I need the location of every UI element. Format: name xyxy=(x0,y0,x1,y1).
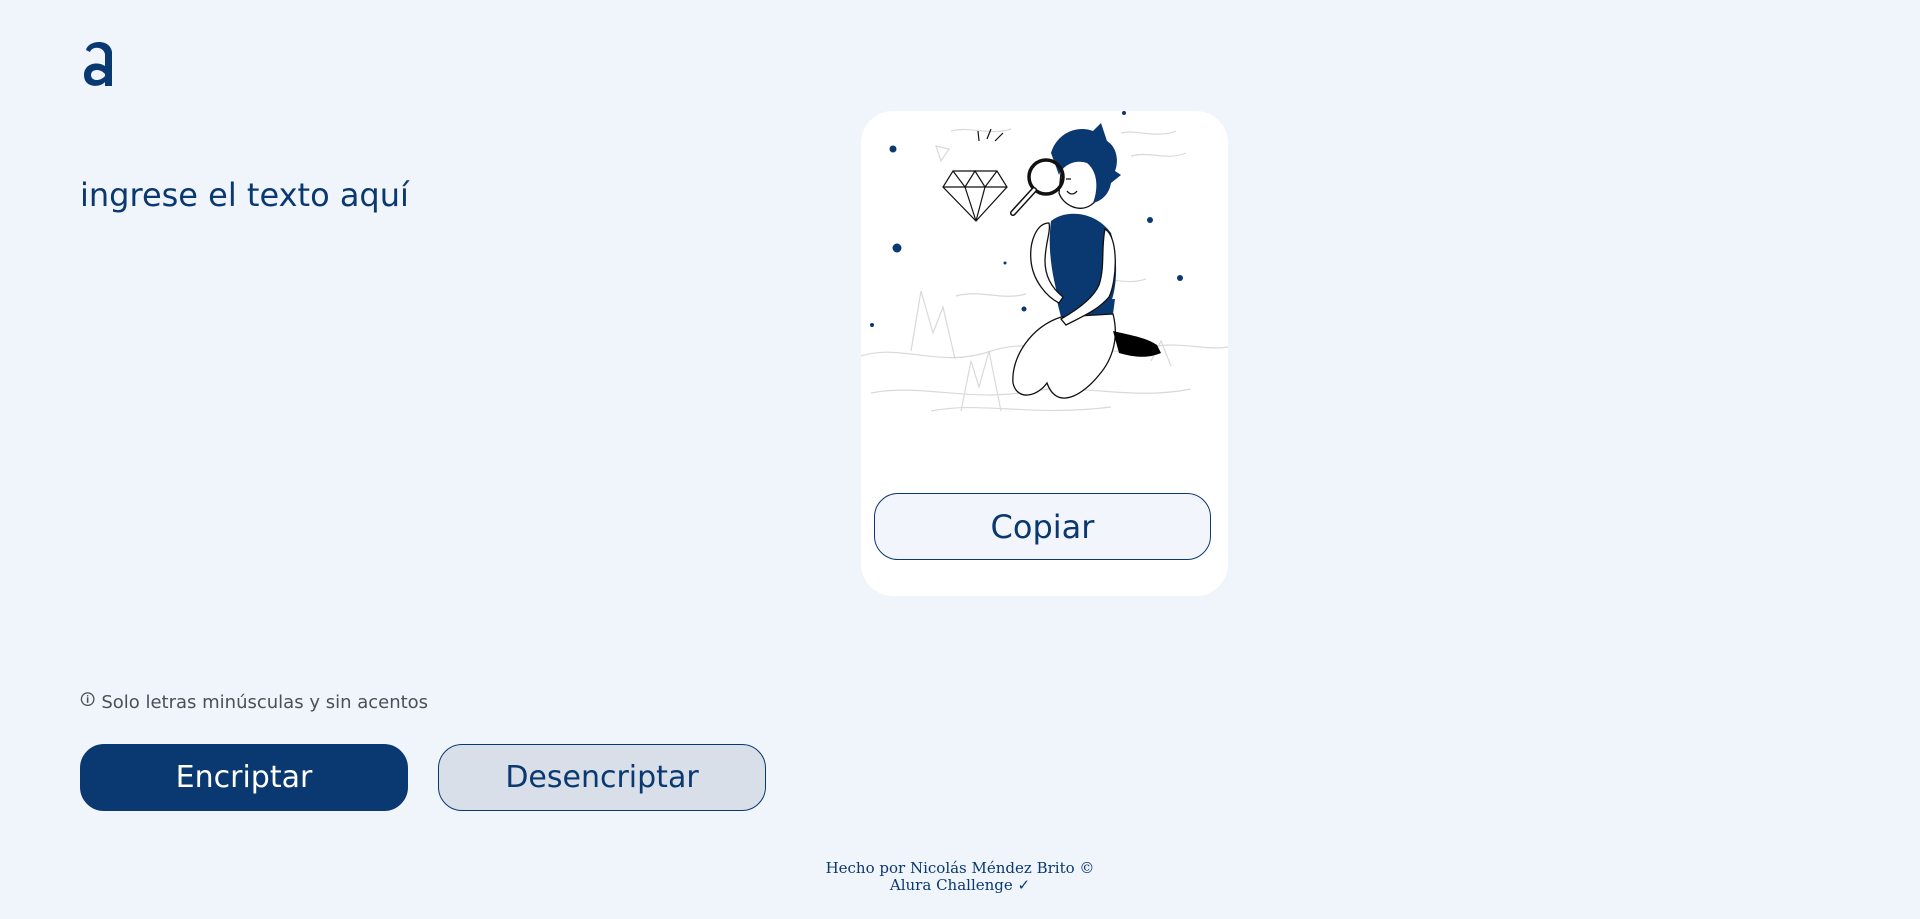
output-card: Copiar xyxy=(861,111,1228,596)
footer: Hecho por Nicolás Méndez Brito © Alura C… xyxy=(0,860,1920,894)
text-input[interactable] xyxy=(80,176,820,656)
hint: 🛈 Solo letras minúsculas y sin acentos xyxy=(80,690,428,715)
footer-challenge: Alura Challenge ✓ xyxy=(889,876,1031,894)
alura-logo-icon xyxy=(84,42,112,86)
info-icon: 🛈 xyxy=(80,691,96,709)
copy-button[interactable]: Copiar xyxy=(874,493,1211,560)
encrypt-button[interactable]: Encriptar xyxy=(80,744,408,811)
decrypt-button[interactable]: Desencriptar xyxy=(438,744,766,811)
hint-text: Solo letras minúsculas y sin acentos xyxy=(101,692,429,713)
person-with-magnifier-illustration xyxy=(861,111,1228,412)
footer-credit: Hecho por Nicolás Méndez Brito © xyxy=(825,859,1095,877)
